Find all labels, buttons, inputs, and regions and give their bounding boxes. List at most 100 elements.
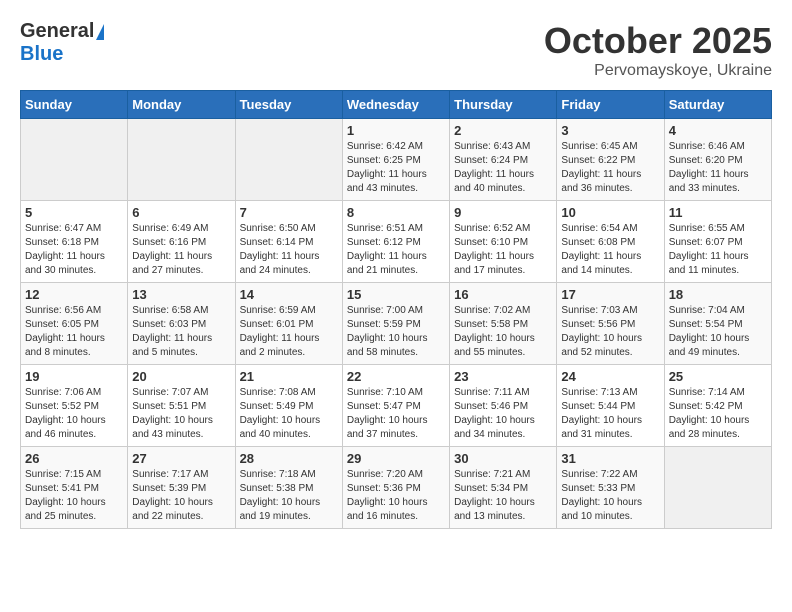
calendar-cell: 23 Sunrise: 7:11 AM Sunset: 5:46 PM Dayli… [450, 365, 557, 447]
calendar-cell: 20Sunrise: 7:07 AM Sunset: 5:51 PM Dayli… [128, 365, 235, 447]
calendar-cell: 9 Sunrise: 6:52 AM Sunset: 6:10 PM Daylig… [450, 201, 557, 283]
day-info: Sunrise: 6:50 AM Sunset: 6:14 PM Dayligh… [240, 222, 338, 278]
day-number: 9 [454, 205, 552, 220]
day-number: 27 [132, 451, 230, 466]
calendar-cell: 29 Sunrise: 7:20 AM Sunset: 5:36 PM Dayli… [342, 447, 449, 529]
day-info: Sunrise: 6:52 AM Sunset: 6:10 PM Dayligh… [454, 222, 552, 278]
day-info: Sunrise: 7:04 AM Sunset: 5:54 PM Dayligh… [669, 304, 767, 360]
day-number: 26 [25, 451, 123, 466]
day-number: 14 [240, 287, 338, 302]
calendar-week-row: 12 Sunrise: 6:56 AM Sunset: 6:05 PM Dayli… [21, 283, 772, 365]
calendar-cell [128, 119, 235, 201]
day-info: Sunrise: 7:20 AM Sunset: 5:36 PM Dayligh… [347, 468, 445, 524]
day-number: 29 [347, 451, 445, 466]
day-number: 12 [25, 287, 123, 302]
weekday-header-thursday: Thursday [450, 91, 557, 119]
day-info: Sunrise: 7:18 AM Sunset: 5:38 PM Dayligh… [240, 468, 338, 524]
calendar-cell: 21Sunrise: 7:08 AM Sunset: 5:49 PM Dayli… [235, 365, 342, 447]
location-subtitle: Pervomayskoye, Ukraine [544, 62, 772, 80]
calendar-week-row: 5 Sunrise: 6:47 AM Sunset: 6:18 PM Daylig… [21, 201, 772, 283]
day-info: Sunrise: 7:03 AM Sunset: 5:56 PM Dayligh… [561, 304, 659, 360]
logo-blue-text: Blue [20, 43, 63, 66]
day-number: 16 [454, 287, 552, 302]
calendar-table: SundayMondayTuesdayWednesdayThursdayFrid… [20, 90, 772, 529]
day-number: 23 [454, 369, 552, 384]
day-number: 10 [561, 205, 659, 220]
day-number: 25 [669, 369, 767, 384]
calendar-cell: 25Sunrise: 7:14 AM Sunset: 5:42 PM Dayli… [664, 365, 771, 447]
calendar-cell: 13Sunrise: 6:58 AM Sunset: 6:03 PM Dayli… [128, 283, 235, 365]
day-info: Sunrise: 6:42 AM Sunset: 6:25 PM Dayligh… [347, 140, 445, 196]
day-info: Sunrise: 7:21 AM Sunset: 5:34 PM Dayligh… [454, 468, 552, 524]
calendar-cell: 12 Sunrise: 6:56 AM Sunset: 6:05 PM Dayli… [21, 283, 128, 365]
day-info: Sunrise: 7:02 AM Sunset: 5:58 PM Dayligh… [454, 304, 552, 360]
day-info: Sunrise: 6:56 AM Sunset: 6:05 PM Dayligh… [25, 304, 123, 360]
day-info: Sunrise: 6:46 AM Sunset: 6:20 PM Dayligh… [669, 140, 767, 196]
day-info: Sunrise: 7:22 AM Sunset: 5:33 PM Dayligh… [561, 468, 659, 524]
calendar-cell: 15Sunrise: 7:00 AM Sunset: 5:59 PM Dayli… [342, 283, 449, 365]
calendar-week-row: 26 Sunrise: 7:15 AM Sunset: 5:41 PM Dayli… [21, 447, 772, 529]
day-info: Sunrise: 6:49 AM Sunset: 6:16 PM Dayligh… [132, 222, 230, 278]
calendar-cell [664, 447, 771, 529]
weekday-header-row: SundayMondayTuesdayWednesdayThursdayFrid… [21, 91, 772, 119]
day-info: Sunrise: 6:43 AM Sunset: 6:24 PM Dayligh… [454, 140, 552, 196]
day-number: 3 [561, 123, 659, 138]
day-info: Sunrise: 7:15 AM Sunset: 5:41 PM Dayligh… [25, 468, 123, 524]
day-info: Sunrise: 6:54 AM Sunset: 6:08 PM Dayligh… [561, 222, 659, 278]
weekday-header-saturday: Saturday [664, 91, 771, 119]
calendar-cell: 30 Sunrise: 7:21 AM Sunset: 5:34 PM Dayli… [450, 447, 557, 529]
calendar-week-row: 1 Sunrise: 6:42 AM Sunset: 6:25 PM Daylig… [21, 119, 772, 201]
calendar-cell: 6Sunrise: 6:49 AM Sunset: 6:16 PM Daylig… [128, 201, 235, 283]
logo-general-text: General [20, 20, 94, 43]
calendar-cell: 17Sunrise: 7:03 AM Sunset: 5:56 PM Dayli… [557, 283, 664, 365]
day-info: Sunrise: 7:11 AM Sunset: 5:46 PM Dayligh… [454, 386, 552, 442]
day-info: Sunrise: 7:00 AM Sunset: 5:59 PM Dayligh… [347, 304, 445, 360]
day-number: 2 [454, 123, 552, 138]
weekday-header-tuesday: Tuesday [235, 91, 342, 119]
logo-triangle-icon [96, 24, 104, 40]
calendar-cell [21, 119, 128, 201]
day-number: 4 [669, 123, 767, 138]
calendar-cell: 4 Sunrise: 6:46 AM Sunset: 6:20 PM Daylig… [664, 119, 771, 201]
day-number: 19 [25, 369, 123, 384]
calendar-cell: 10 Sunrise: 6:54 AM Sunset: 6:08 PM Dayli… [557, 201, 664, 283]
calendar-cell: 19Sunrise: 7:06 AM Sunset: 5:52 PM Dayli… [21, 365, 128, 447]
day-info: Sunrise: 6:58 AM Sunset: 6:03 PM Dayligh… [132, 304, 230, 360]
calendar-cell: 28 Sunrise: 7:18 AM Sunset: 5:38 PM Dayli… [235, 447, 342, 529]
day-number: 30 [454, 451, 552, 466]
calendar-cell: 11Sunrise: 6:55 AM Sunset: 6:07 PM Dayli… [664, 201, 771, 283]
logo: General Blue [20, 20, 104, 66]
day-number: 24 [561, 369, 659, 384]
day-number: 28 [240, 451, 338, 466]
title-block: October 2025 Pervomayskoye, Ukraine [544, 20, 772, 80]
calendar-cell: 26 Sunrise: 7:15 AM Sunset: 5:41 PM Dayli… [21, 447, 128, 529]
calendar-cell: 5 Sunrise: 6:47 AM Sunset: 6:18 PM Daylig… [21, 201, 128, 283]
calendar-cell: 16 Sunrise: 7:02 AM Sunset: 5:58 PM Dayli… [450, 283, 557, 365]
day-info: Sunrise: 6:51 AM Sunset: 6:12 PM Dayligh… [347, 222, 445, 278]
day-info: Sunrise: 7:10 AM Sunset: 5:47 PM Dayligh… [347, 386, 445, 442]
day-info: Sunrise: 6:45 AM Sunset: 6:22 PM Dayligh… [561, 140, 659, 196]
day-number: 22 [347, 369, 445, 384]
calendar-cell [235, 119, 342, 201]
calendar-cell: 14 Sunrise: 6:59 AM Sunset: 6:01 PM Dayli… [235, 283, 342, 365]
calendar-cell: 8 Sunrise: 6:51 AM Sunset: 6:12 PM Daylig… [342, 201, 449, 283]
day-number: 8 [347, 205, 445, 220]
day-number: 1 [347, 123, 445, 138]
day-number: 7 [240, 205, 338, 220]
month-year-title: October 2025 [544, 20, 772, 62]
calendar-cell: 27 Sunrise: 7:17 AM Sunset: 5:39 PM Dayli… [128, 447, 235, 529]
page-header: General Blue October 2025 Pervomayskoye,… [20, 20, 772, 80]
day-info: Sunrise: 7:17 AM Sunset: 5:39 PM Dayligh… [132, 468, 230, 524]
day-number: 5 [25, 205, 123, 220]
day-number: 20 [132, 369, 230, 384]
calendar-cell: 18Sunrise: 7:04 AM Sunset: 5:54 PM Dayli… [664, 283, 771, 365]
calendar-cell: 2 Sunrise: 6:43 AM Sunset: 6:24 PM Daylig… [450, 119, 557, 201]
day-number: 31 [561, 451, 659, 466]
day-info: Sunrise: 6:59 AM Sunset: 6:01 PM Dayligh… [240, 304, 338, 360]
day-number: 21 [240, 369, 338, 384]
weekday-header-monday: Monday [128, 91, 235, 119]
day-info: Sunrise: 7:13 AM Sunset: 5:44 PM Dayligh… [561, 386, 659, 442]
weekday-header-friday: Friday [557, 91, 664, 119]
day-info: Sunrise: 6:47 AM Sunset: 6:18 PM Dayligh… [25, 222, 123, 278]
calendar-week-row: 19Sunrise: 7:06 AM Sunset: 5:52 PM Dayli… [21, 365, 772, 447]
